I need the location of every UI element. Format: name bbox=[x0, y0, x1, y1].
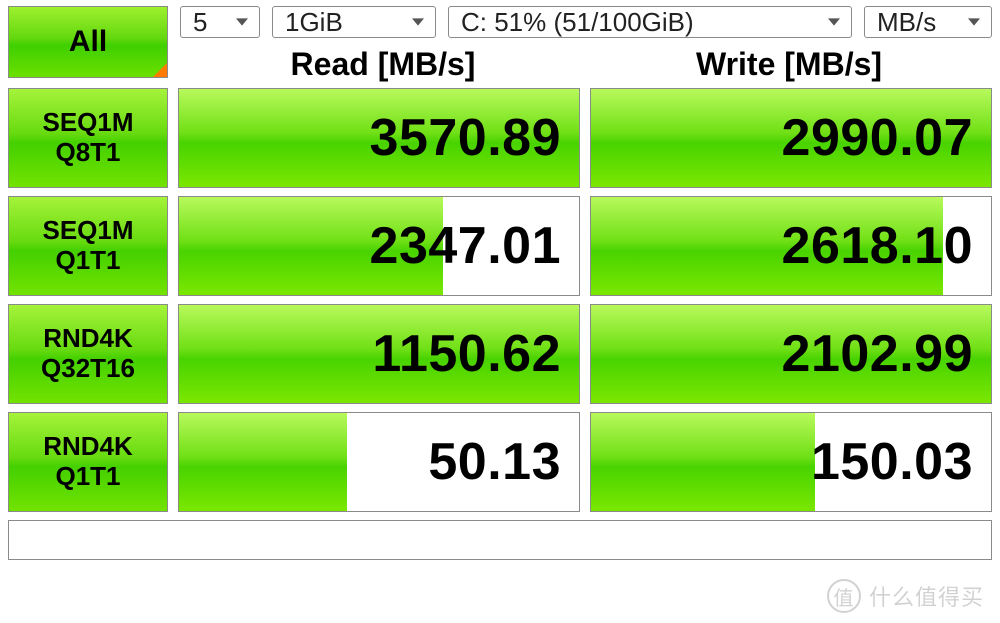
test-name-line1: SEQ1M bbox=[42, 216, 133, 246]
chevron-down-icon bbox=[827, 15, 841, 29]
read-cell: 50.13 bbox=[178, 412, 580, 512]
write-value: 150.03 bbox=[591, 413, 991, 511]
units-select[interactable]: MB/s bbox=[864, 6, 992, 38]
read-cell: 2347.01 bbox=[178, 196, 580, 296]
drive-select[interactable]: C: 51% (51/100GiB) bbox=[448, 6, 852, 38]
benchmark-window: All 5 1GiB C: 51% (51/100GiB) MB/s bbox=[0, 0, 1000, 623]
test-row: RND4K Q1T1 50.13 150.03 bbox=[8, 412, 992, 512]
toolbar: All 5 1GiB C: 51% (51/100GiB) MB/s bbox=[8, 6, 992, 38]
test-name-line1: RND4K bbox=[43, 324, 133, 354]
units-select-value: MB/s bbox=[877, 7, 936, 38]
test-name-line1: SEQ1M bbox=[42, 108, 133, 138]
write-cell: 2990.07 bbox=[590, 88, 992, 188]
watermark: 值 什么值得买 bbox=[827, 579, 984, 613]
test-size-select[interactable]: 1GiB bbox=[272, 6, 436, 38]
watermark-text: 什么值得买 bbox=[869, 580, 984, 612]
write-cell: 150.03 bbox=[590, 412, 992, 512]
runs-select[interactable]: 5 bbox=[180, 6, 260, 38]
status-strip bbox=[8, 520, 992, 560]
test-button-rnd4k-q32t16[interactable]: RND4K Q32T16 bbox=[8, 304, 168, 404]
chevron-down-icon bbox=[235, 15, 249, 29]
run-all-label: All bbox=[69, 25, 107, 59]
drive-select-value: C: 51% (51/100GiB) bbox=[461, 7, 694, 38]
read-cell: 3570.89 bbox=[178, 88, 580, 188]
test-button-seq1m-q8t1[interactable]: SEQ1M Q8T1 bbox=[8, 88, 168, 188]
read-cell: 1150.62 bbox=[178, 304, 580, 404]
test-name-line2: Q1T1 bbox=[55, 246, 120, 276]
write-value: 2990.07 bbox=[591, 89, 991, 187]
test-button-rnd4k-q1t1[interactable]: RND4K Q1T1 bbox=[8, 412, 168, 512]
read-value: 2347.01 bbox=[179, 197, 579, 295]
watermark-badge-icon: 值 bbox=[827, 579, 861, 613]
test-row: RND4K Q32T16 1150.62 2102.99 bbox=[8, 304, 992, 404]
read-value: 50.13 bbox=[179, 413, 579, 511]
test-name-line2: Q1T1 bbox=[55, 462, 120, 492]
test-name-line2: Q32T16 bbox=[41, 354, 135, 384]
write-value: 2618.10 bbox=[591, 197, 991, 295]
run-all-button[interactable]: All bbox=[8, 6, 168, 78]
test-size-value: 1GiB bbox=[285, 7, 343, 38]
write-value: 2102.99 bbox=[591, 305, 991, 403]
read-column-header: Read [MB/s] bbox=[180, 46, 586, 83]
test-name-line1: RND4K bbox=[43, 432, 133, 462]
read-value: 3570.89 bbox=[179, 89, 579, 187]
write-cell: 2102.99 bbox=[590, 304, 992, 404]
test-row: SEQ1M Q8T1 3570.89 2990.07 bbox=[8, 88, 992, 188]
write-column-header: Write [MB/s] bbox=[586, 46, 992, 83]
test-row: SEQ1M Q1T1 2347.01 2618.10 bbox=[8, 196, 992, 296]
write-cell: 2618.10 bbox=[590, 196, 992, 296]
read-value: 1150.62 bbox=[179, 305, 579, 403]
results-grid: SEQ1M Q8T1 3570.89 2990.07 SEQ1M Q1T1 23… bbox=[8, 88, 992, 512]
runs-select-value: 5 bbox=[193, 7, 207, 38]
chevron-down-icon bbox=[967, 15, 981, 29]
chevron-down-icon bbox=[411, 15, 425, 29]
test-button-seq1m-q1t1[interactable]: SEQ1M Q1T1 bbox=[8, 196, 168, 296]
test-name-line2: Q8T1 bbox=[55, 138, 120, 168]
